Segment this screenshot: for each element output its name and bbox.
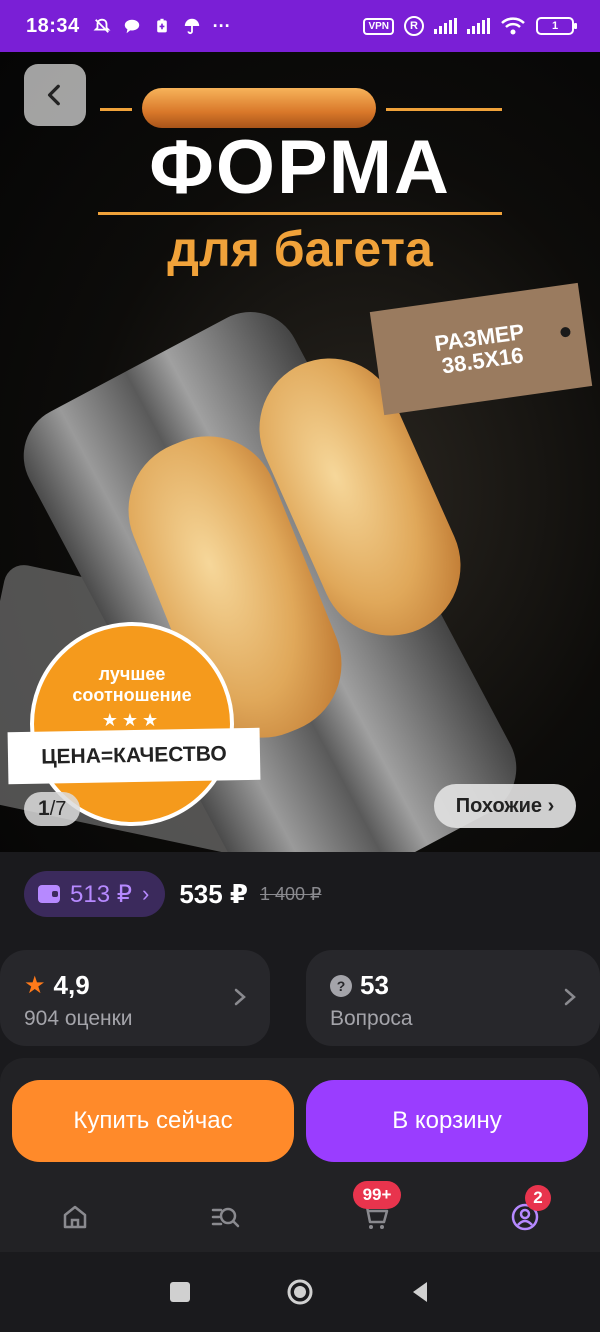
signal-icon — [434, 18, 457, 34]
decor-line — [98, 212, 502, 215]
chat-icon — [122, 16, 142, 36]
wallet-price: 513 ₽ — [70, 880, 132, 908]
tag-hole — [559, 326, 572, 338]
product-image-gallery[interactable]: ФОРМА для багета РАЗМЕР 38.5X16 лучшее с… — [0, 52, 600, 852]
home-circle-icon[interactable] — [285, 1277, 315, 1307]
badge-line1: лучшее — [98, 664, 166, 684]
price-row: 513 ₽ › 535 ₽ 1 400 ₽ — [0, 852, 600, 936]
registered-icon: R — [404, 16, 424, 36]
battery-level: 1 — [551, 20, 559, 32]
questions-row: ? 53 — [330, 970, 576, 1001]
badge-stars: ★★★ — [101, 710, 163, 730]
star-icon: ★ — [24, 972, 46, 999]
rating-value: 4,9 — [53, 970, 90, 1000]
image-counter: 1 / 7 — [24, 792, 81, 826]
questions-card[interactable]: ? 53 Вопроса — [306, 950, 600, 1046]
back-button[interactable] — [24, 64, 86, 126]
questions-value: 53 — [360, 970, 389, 1000]
nav-home[interactable] — [45, 1187, 105, 1247]
cart-count-badge: 99+ — [353, 1181, 401, 1209]
chevron-right-icon: › — [141, 881, 150, 906]
catalog-search-icon — [211, 1207, 240, 1228]
decor-line — [386, 108, 502, 111]
buy-now-button[interactable]: Купить сейчас — [12, 1080, 294, 1162]
bell-off-icon — [92, 16, 112, 36]
battery-saver-icon — [152, 16, 172, 36]
nav-catalog[interactable] — [195, 1187, 255, 1247]
wifi-icon — [500, 16, 526, 36]
baguette-illustration — [142, 88, 376, 128]
add-to-cart-button[interactable]: В корзину — [306, 1080, 588, 1162]
back-triangle-icon[interactable] — [405, 1277, 435, 1307]
home-icon — [63, 1205, 87, 1229]
image-counter-total: 7 — [55, 797, 67, 820]
nav-profile[interactable]: 2 — [495, 1185, 555, 1247]
similar-products-button[interactable]: Похожие › — [434, 784, 576, 828]
chevron-left-icon — [47, 84, 60, 106]
rating-count: 904 оценки — [24, 1007, 133, 1030]
system-navigation-bar — [0, 1252, 600, 1332]
size-tag: РАЗМЕР 38.5X16 — [369, 282, 593, 416]
battery-icon: 1 — [536, 17, 577, 35]
hero-subtitle: для багета — [167, 221, 433, 277]
status-notification-icons: ··· — [92, 16, 232, 36]
decor-line — [100, 108, 132, 111]
status-bar: 18:34 ··· VPN R 1 — [0, 0, 600, 52]
hero-title: ФОРМА — [149, 125, 451, 210]
status-time: 18:34 — [26, 14, 80, 37]
rating-row: ★ 4,9 — [24, 970, 246, 1001]
nav-cart[interactable]: 99+ — [345, 1181, 405, 1247]
wallet-icon — [38, 885, 60, 903]
old-price: 1 400 ₽ — [260, 883, 322, 904]
badge-line2: соотношение — [72, 685, 192, 705]
bottom-nav: 99+ 2 — [0, 1181, 600, 1252]
more-icon: ··· — [212, 15, 231, 36]
image-counter-current: 1 — [38, 797, 50, 820]
chevron-right-icon — [564, 988, 576, 1006]
current-price: 535 ₽ — [179, 878, 249, 909]
profile-notification-badge: 2 — [525, 1185, 551, 1211]
price-quality-ribbon: ЦЕНА=КАЧЕСТВО — [7, 727, 261, 785]
questions-label: Вопроса — [330, 1007, 413, 1030]
umbrella-icon — [182, 16, 202, 36]
rating-card[interactable]: ★ 4,9 904 оценки — [0, 950, 270, 1046]
question-icon: ? — [330, 974, 352, 997]
status-system-icons: VPN R 1 — [363, 16, 577, 36]
recent-apps-icon[interactable] — [165, 1277, 195, 1307]
signal-icon-2 — [467, 18, 490, 34]
wallet-price-button[interactable]: 513 ₽ › — [24, 871, 166, 917]
chevron-right-icon — [234, 988, 246, 1006]
vpn-icon: VPN — [363, 17, 394, 35]
